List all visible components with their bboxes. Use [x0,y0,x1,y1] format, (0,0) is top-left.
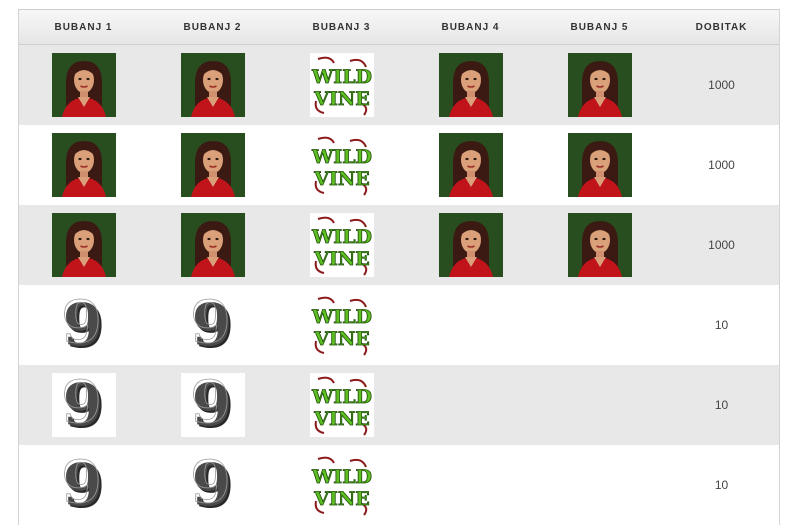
nine-symbol-icon: 999 [51,293,116,357]
win-amount: 10 [714,318,729,332]
woman-in-red-icon [51,53,116,117]
svg-text:VINE: VINE [313,88,369,110]
paytable-header: BUBANJ 1 BUBANJ 2 BUBANJ 3 BUBANJ 4 BUBA… [19,10,779,45]
svg-text:VINE: VINE [313,328,369,350]
wild-vine-icon: WILDVINE [309,453,374,517]
reel-cell-4 [406,125,535,205]
svg-text:WILD: WILD [310,66,371,88]
reel-cell-1: 999 [19,365,148,445]
win-amount: 1000 [708,238,735,252]
reel-cell-5 [535,45,664,125]
paytable-body: WILD VINE 1000 WILD VINE 1000 WILD VINE 1000 9 9 9 9… [19,45,779,525]
header-reel-4: BUBANJ 4 [441,21,500,33]
woman-in-red-icon [438,133,503,197]
reel-cell-5 [535,125,664,205]
svg-text:9: 9 [61,453,101,516]
wild-vine-icon: WILDVINE [309,373,374,437]
reel-cell-5 [535,365,664,445]
woman-in-red-icon [567,133,632,197]
svg-text:9: 9 [190,453,230,516]
wild-vine-icon: WILDVINE [309,293,374,357]
reel-cell-5 [535,445,664,525]
reel-cell-3: WILD VINE [277,445,406,525]
svg-text:VINE: VINE [313,488,369,510]
svg-text:VINE: VINE [313,248,369,270]
header-reel-1: BUBANJ 1 [54,21,113,33]
nine-symbol-icon: 999 [51,373,116,437]
paytable-row: WILD VINE 1000 [19,205,779,285]
reel-cell-3: WILD VINE [277,125,406,205]
nine-symbol-icon: 999 [180,373,245,437]
woman-in-red-icon [438,53,503,117]
nine-symbol-icon: 999 [180,453,245,517]
wild-vine-icon: WILDVINE [309,213,374,277]
svg-text:9: 9 [190,293,230,356]
reel-cell-1 [19,205,148,285]
win-amount: 10 [714,398,729,412]
reel-cell-4 [406,45,535,125]
svg-text:WILD: WILD [310,226,371,248]
svg-text:WILD: WILD [310,146,371,168]
svg-text:VINE: VINE [313,168,369,190]
reel-cell-3: WILD VINE [277,45,406,125]
paytable-row: WILD VINE 1000 [19,125,779,205]
reel-cell-1 [19,45,148,125]
win-amount: 10 [714,478,729,492]
svg-text:WILD: WILD [310,306,371,328]
svg-text:9: 9 [190,373,230,436]
header-win: DOBITAK [695,21,748,33]
reel-cell-2 [148,45,277,125]
svg-text:WILD: WILD [310,466,371,488]
reel-cell-1 [19,125,148,205]
svg-text:9: 9 [61,293,101,356]
reel-cell-3: WILD VINE [277,205,406,285]
svg-text:VINE: VINE [313,408,369,430]
woman-in-red-icon [180,213,245,277]
nine-symbol-icon: 999 [51,453,116,517]
win-amount: 1000 [708,78,735,92]
reel-cell-3: WILD VINE [277,285,406,365]
reel-cell-2 [148,205,277,285]
header-reel-2: BUBANJ 2 [183,21,242,33]
header-reel-5: BUBANJ 5 [570,21,629,33]
woman-in-red-icon [51,133,116,197]
wild-vine-icon: WILDVINE [309,133,374,197]
reel-cell-4 [406,285,535,365]
reel-cell-4 [406,205,535,285]
reel-cell-4 [406,365,535,445]
reel-cell-4 [406,445,535,525]
reel-cell-2: 999 [148,365,277,445]
reel-cell-1: 999 [19,445,148,525]
paytable-row: 9 9 9 9 9 9 WILD VINE 10 [19,445,779,525]
nine-symbol-icon: 999 [180,293,245,357]
svg-text:WILD: WILD [310,386,371,408]
reel-cell-5 [535,205,664,285]
woman-in-red-icon [567,53,632,117]
paytable-row: 9 9 9 9 9 9 WILD VINE 10 [19,285,779,365]
paytable: BUBANJ 1 BUBANJ 2 BUBANJ 3 BUBANJ 4 BUBA… [18,9,780,525]
svg-text:9: 9 [61,373,101,436]
reel-cell-1: 999 [19,285,148,365]
win-amount: 1000 [708,158,735,172]
paytable-row: 9 9 9 9 9 9 WILD VINE 10 [19,365,779,445]
reel-cell-2 [148,125,277,205]
woman-in-red-icon [51,213,116,277]
header-reel-3: BUBANJ 3 [312,21,371,33]
woman-in-red-icon [438,213,503,277]
wild-vine-icon: WILDVINE [309,53,374,117]
woman-in-red-icon [180,133,245,197]
reel-cell-3: WILD VINE [277,365,406,445]
woman-in-red-icon [567,213,632,277]
reel-cell-2: 999 [148,285,277,365]
woman-in-red-icon [180,53,245,117]
paytable-row: WILD VINE 1000 [19,45,779,125]
reel-cell-2: 999 [148,445,277,525]
reel-cell-5 [535,285,664,365]
